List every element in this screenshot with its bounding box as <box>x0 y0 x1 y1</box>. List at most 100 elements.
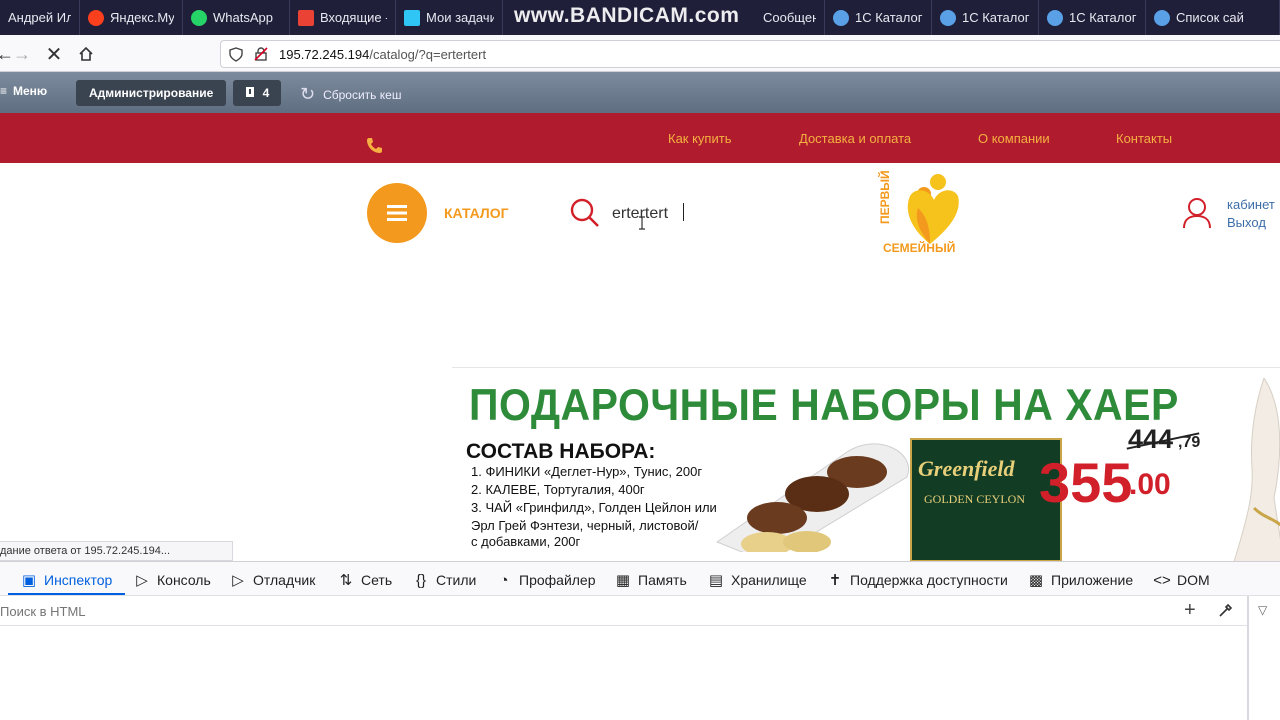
devtab-console[interactable]: ▷ Консоль <box>133 570 211 590</box>
shield-icon[interactable] <box>229 47 243 67</box>
devtab-label: Память <box>638 572 687 588</box>
devtools-pane-splitter[interactable] <box>1247 596 1249 720</box>
admin-menu-button[interactable]: ≡ Меню <box>0 84 47 98</box>
tab-title: Сообщения <box>763 10 816 25</box>
devtab-application[interactable]: ▩ Приложение <box>1027 570 1133 590</box>
search-icon[interactable] <box>570 198 600 233</box>
banner-subtitle: СОСТАВ НАБОРА: <box>466 440 656 463</box>
cabinet-link[interactable]: кабинет <box>1227 196 1275 214</box>
devtab-styles[interactable]: {} Стили <box>412 570 476 590</box>
browser-tab[interactable]: Андрей Ил <box>0 0 80 35</box>
add-node-icon[interactable]: + <box>1184 599 1196 622</box>
nav-link-contacts[interactable]: Контакты <box>1116 131 1172 146</box>
html-search-bar: + <box>0 596 1248 626</box>
tea-brand: Greenfield <box>918 456 1015 481</box>
browser-tab[interactable]: 1С Каталог <box>932 0 1039 35</box>
devtab-debugger[interactable]: ▷ Отладчик <box>229 570 315 590</box>
tab-title: 1С Каталог <box>855 10 923 25</box>
devtab-label: Хранилище <box>731 572 807 588</box>
banner-item: Эрл Грей Фэнтези, черный, листовой/ <box>471 518 699 533</box>
new-price: 355 <box>1039 451 1133 514</box>
nav-link-how-to-buy[interactable]: Как купить <box>668 131 731 146</box>
browser-tab[interactable]: Входящие - <box>290 0 396 35</box>
network-icon: ⇅ <box>339 572 353 589</box>
accessibility-icon: ✝ <box>828 572 842 589</box>
stop-loading-icon[interactable]: ✕ <box>43 43 65 66</box>
html-search-input[interactable] <box>0 600 1160 622</box>
filter-icon[interactable]: ▽ <box>1258 603 1267 617</box>
devtab-accessibility[interactable]: ✝ Поддержка доступности <box>826 570 1008 590</box>
nav-link-about[interactable]: О компании <box>978 131 1050 146</box>
active-tab-indicator <box>8 593 125 595</box>
devtab-label: Профайлер <box>519 572 596 588</box>
devtab-label: Сеть <box>361 572 393 588</box>
dates-product-image <box>715 443 910 552</box>
ibeam-cursor-icon <box>638 216 646 230</box>
devtab-network[interactable]: ⇅ Сеть <box>337 570 392 590</box>
logout-link[interactable]: Выход <box>1227 214 1275 232</box>
banner-item: 1. ФИНИКИ «Деглет-Нур», Тунис, 200г <box>471 464 703 479</box>
admin-menu-label: Меню <box>13 84 48 98</box>
browser-tab[interactable]: 1С Каталог <box>825 0 932 35</box>
devtab-dom[interactable]: <> DOM <box>1153 570 1209 590</box>
hamburger-icon <box>387 205 407 221</box>
banner-item: 3. ЧАЙ «Гринфилд», Голден Цейлон или <box>471 500 717 515</box>
admin-panel-bar: ≡ Меню Администрирование 4 ↻ Сбросить ке… <box>0 72 1280 113</box>
url-path: /catalog/?q=ertertert <box>369 47 487 62</box>
new-price-cents: .00 <box>1129 468 1171 501</box>
insecure-lock-icon[interactable] <box>253 46 269 67</box>
tab-title: Входящие - <box>320 10 387 25</box>
home-icon[interactable] <box>75 43 97 65</box>
site-favicon-icon <box>833 9 849 26</box>
banner-item: 2. КАЛЕВЕ, Тортугалия, 400г <box>471 482 645 497</box>
recording-watermark: www.BANDICAM.com <box>514 4 740 27</box>
catalog-menu-button[interactable] <box>367 183 427 243</box>
mail-icon <box>298 9 314 26</box>
nav-link-delivery[interactable]: Доставка и оплата <box>799 131 911 146</box>
site-favicon-icon <box>1154 9 1170 26</box>
application-grid-icon: ▩ <box>1028 572 1044 589</box>
tea-type: GOLDEN CEYLON <box>924 492 1025 506</box>
tab-title: 1С Каталог <box>1069 10 1137 25</box>
reset-cache-label: Сбросить кеш <box>323 87 402 102</box>
site-favicon-icon <box>940 9 956 26</box>
tab-title: Яндекс.Муз <box>110 10 174 25</box>
url-host: 195.72.245.194 <box>279 47 370 62</box>
administration-button[interactable]: Администрирование <box>76 80 227 106</box>
user-icon[interactable] <box>1182 197 1212 234</box>
tab-title: 1С Каталог <box>962 10 1030 25</box>
browser-tab[interactable]: 1С Каталог <box>1039 0 1146 35</box>
devtools-tab-bar: ▣ Инспектор ▷ Консоль ▷ Отладчик ⇅ Сеть … <box>0 561 1280 596</box>
notifications-button[interactable]: 4 <box>233 80 281 106</box>
devtab-memory[interactable]: ▦ Память <box>614 570 687 590</box>
phone-icon[interactable] <box>366 137 383 159</box>
yandex-music-icon <box>88 9 104 26</box>
browser-toolbar: ← → ✕ 195.72.245.194/catalog/?q=erterter… <box>0 35 1280 72</box>
devtab-inspector[interactable]: ▣ Инспектор <box>20 570 112 590</box>
gift-bag-image <box>1233 378 1280 561</box>
promo-banner[interactable]: ПОДАРОЧНЫЕ НАБОРЫ НА ХАЕР СОСТАВ НАБОРА:… <box>452 367 1280 561</box>
devtab-profiler[interactable]: ◔ Профайлер <box>495 570 596 590</box>
devtab-storage[interactable]: ▤ Хранилище <box>707 570 807 590</box>
storage-icon: ▤ <box>708 572 724 589</box>
browser-tab[interactable]: WhatsApp <box>183 0 290 35</box>
banner-title: ПОДАРОЧНЫЕ НАБОРЫ НА ХАЕР <box>469 380 1179 430</box>
debugger-icon: ▷ <box>232 572 244 589</box>
memory-icon: ▦ <box>615 572 631 589</box>
browser-tab[interactable]: Список сай <box>1146 0 1280 35</box>
profiler-icon: ◔ <box>499 571 509 589</box>
browser-tab[interactable]: Мои задачи <box>396 0 503 35</box>
browser-tab[interactable]: Яндекс.Муз <box>80 0 183 35</box>
eyedropper-icon[interactable] <box>1218 602 1234 623</box>
site-logo[interactable]: ПЕРВЫЙ СЕМЕЙНЫЙ <box>878 166 970 258</box>
reset-cache-button[interactable]: ↻ Сбросить кеш <box>300 84 401 105</box>
logo-text-bottom: СЕМЕЙНЫЙ <box>883 241 956 255</box>
address-bar[interactable]: 195.72.245.194/catalog/?q=ertertert <box>220 40 1280 68</box>
tab-title: WhatsApp <box>213 10 273 25</box>
site-top-navigation: Как купить Доставка и оплата О компании … <box>0 113 1280 163</box>
banner-item: с добавками, 200г <box>471 534 581 549</box>
bitrix24-icon <box>404 9 420 26</box>
forward-arrow-icon[interactable]: → <box>11 43 33 65</box>
tab-title: Мои задачи <box>426 10 494 25</box>
catalog-label[interactable]: КАТАЛОГ <box>444 205 509 221</box>
